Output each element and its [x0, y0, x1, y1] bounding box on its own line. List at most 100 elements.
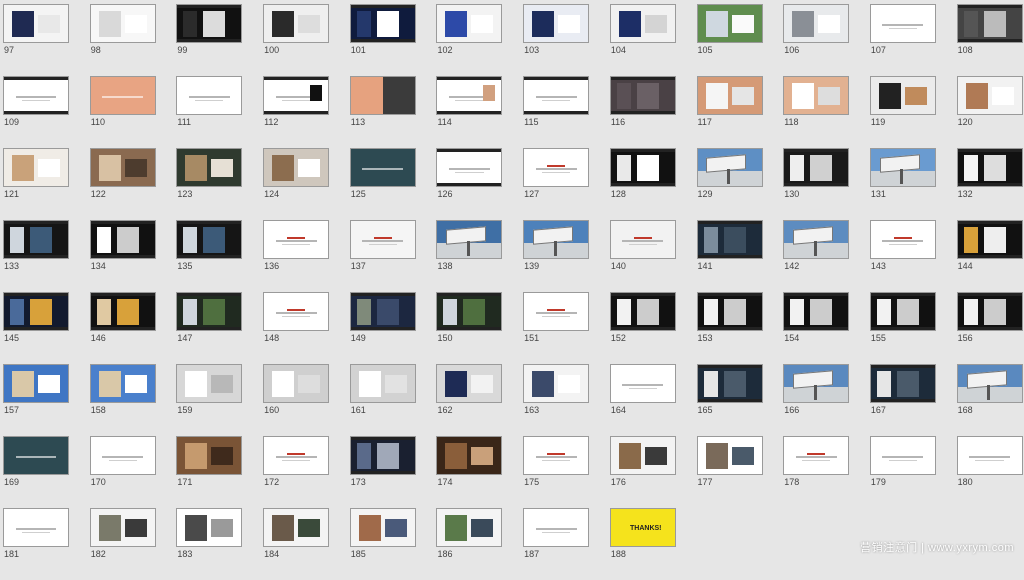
- slide-thumbnail[interactable]: THANKS! 188: [609, 508, 676, 580]
- slide-thumbnail[interactable]: 145: [3, 292, 69, 364]
- slide-thumbnail[interactable]: 146: [89, 292, 156, 364]
- slide-thumbnail[interactable]: 140: [609, 220, 676, 292]
- slide-thumbnail[interactable]: 110: [89, 76, 156, 148]
- slide-thumbnail[interactable]: 119: [869, 76, 936, 148]
- slide-thumbnail[interactable]: 117: [696, 76, 763, 148]
- slide-thumbnail[interactable]: 147: [176, 292, 243, 364]
- slide-thumbnail[interactable]: 141: [696, 220, 763, 292]
- slide-thumbnail[interactable]: 181: [3, 508, 69, 580]
- slide-thumbnail[interactable]: 103: [523, 4, 590, 76]
- slide-thumbnail[interactable]: 151: [523, 292, 590, 364]
- slide-thumbnail[interactable]: 155: [869, 292, 936, 364]
- slide-thumbnail[interactable]: 174: [436, 436, 503, 508]
- slide-preview: [956, 436, 1023, 475]
- slide-thumbnail[interactable]: 123: [176, 148, 243, 220]
- slide-preview: [436, 148, 503, 187]
- slide-preview: [263, 4, 330, 43]
- slide-thumbnail[interactable]: 99: [176, 4, 243, 76]
- slide-thumbnail[interactable]: 172: [263, 436, 330, 508]
- slide-thumbnail[interactable]: 153: [696, 292, 763, 364]
- slide-thumbnail[interactable]: 170: [89, 436, 156, 508]
- slide-thumbnail[interactable]: 185: [349, 508, 416, 580]
- slide-thumbnail[interactable]: 148: [263, 292, 330, 364]
- slide-thumbnail[interactable]: 166: [783, 364, 850, 436]
- slide-thumbnail[interactable]: 165: [696, 364, 763, 436]
- slide-thumbnail[interactable]: 183: [176, 508, 243, 580]
- slide-thumbnail[interactable]: 143: [869, 220, 936, 292]
- slide-thumbnail[interactable]: 168: [956, 364, 1023, 436]
- slide-preview: [436, 220, 503, 259]
- slide-thumbnail[interactable]: 107: [869, 4, 936, 76]
- slide-thumbnail[interactable]: 109: [3, 76, 69, 148]
- slide-thumbnail[interactable]: 128: [609, 148, 676, 220]
- slide-thumbnail[interactable]: 150: [436, 292, 503, 364]
- slide-number: 144: [957, 261, 973, 271]
- slide-thumbnail[interactable]: 176: [609, 436, 676, 508]
- slide-thumbnail[interactable]: 111: [176, 76, 243, 148]
- slide-thumbnail[interactable]: 115: [523, 76, 590, 148]
- slide-thumbnail[interactable]: 116: [609, 76, 676, 148]
- slide-thumbnail[interactable]: 108: [956, 4, 1023, 76]
- slide-thumbnail[interactable]: 120: [956, 76, 1023, 148]
- slide-thumbnail[interactable]: 164: [609, 364, 676, 436]
- slide-thumbnail[interactable]: 129: [696, 148, 763, 220]
- slide-thumbnail[interactable]: 122: [89, 148, 156, 220]
- slide-thumbnail[interactable]: 184: [263, 508, 330, 580]
- slide-thumbnail[interactable]: 124: [263, 148, 330, 220]
- slide-thumbnail[interactable]: 154: [783, 292, 850, 364]
- slide-thumbnail[interactable]: 104: [609, 4, 676, 76]
- slide-thumbnail[interactable]: 159: [176, 364, 243, 436]
- slide-thumbnail[interactable]: 102: [436, 4, 503, 76]
- slide-thumbnail[interactable]: 127: [523, 148, 590, 220]
- slide-thumbnail[interactable]: 158: [89, 364, 156, 436]
- slide-thumbnail[interactable]: 105: [696, 4, 763, 76]
- slide-thumbnail[interactable]: 163: [523, 364, 590, 436]
- slide-thumbnail[interactable]: 177: [696, 436, 763, 508]
- slide-thumbnail[interactable]: 135: [176, 220, 243, 292]
- slide-number: 188: [610, 549, 626, 559]
- slide-thumbnail[interactable]: 142: [783, 220, 850, 292]
- slide-thumbnail[interactable]: 182: [89, 508, 156, 580]
- slide-thumbnail[interactable]: 138: [436, 220, 503, 292]
- slide-thumbnail[interactable]: 160: [263, 364, 330, 436]
- slide-thumbnail[interactable]: 144: [956, 220, 1023, 292]
- slide-thumbnail[interactable]: 175: [523, 436, 590, 508]
- slide-thumbnail[interactable]: 113: [349, 76, 416, 148]
- slide-thumbnail[interactable]: 156: [956, 292, 1023, 364]
- slide-thumbnail[interactable]: 130: [783, 148, 850, 220]
- slide-thumbnail[interactable]: 136: [263, 220, 330, 292]
- slide-thumbnail[interactable]: 187: [523, 508, 590, 580]
- slide-thumbnail[interactable]: 149: [349, 292, 416, 364]
- slide-thumbnail[interactable]: 173: [349, 436, 416, 508]
- slide-thumbnail[interactable]: 133: [3, 220, 69, 292]
- slide-thumbnail[interactable]: 132: [956, 148, 1023, 220]
- slide-thumbnail[interactable]: 121: [3, 148, 69, 220]
- slide-thumbnail[interactable]: 97: [3, 4, 69, 76]
- slide-thumbnail[interactable]: 114: [436, 76, 503, 148]
- slide-preview: [176, 4, 243, 43]
- slide-thumbnail[interactable]: 178: [783, 436, 850, 508]
- slide-thumbnail[interactable]: 186: [436, 508, 503, 580]
- slide-thumbnail[interactable]: 126: [436, 148, 503, 220]
- slide-thumbnail[interactable]: 134: [89, 220, 156, 292]
- slide-thumbnail[interactable]: 161: [349, 364, 416, 436]
- slide-thumbnail[interactable]: 157: [3, 364, 69, 436]
- slide-thumbnail[interactable]: 179: [869, 436, 936, 508]
- slide-thumbnail[interactable]: 180: [956, 436, 1023, 508]
- slide-thumbnail[interactable]: 118: [783, 76, 850, 148]
- slide-thumbnail[interactable]: 169: [3, 436, 69, 508]
- slide-preview: [89, 76, 156, 115]
- slide-thumbnail[interactable]: 152: [609, 292, 676, 364]
- slide-thumbnail[interactable]: 171: [176, 436, 243, 508]
- slide-thumbnail[interactable]: 137: [349, 220, 416, 292]
- slide-thumbnail[interactable]: 100: [263, 4, 330, 76]
- slide-thumbnail[interactable]: 162: [436, 364, 503, 436]
- slide-thumbnail[interactable]: 101: [349, 4, 416, 76]
- slide-thumbnail[interactable]: 131: [869, 148, 936, 220]
- slide-thumbnail[interactable]: 106: [783, 4, 850, 76]
- slide-thumbnail[interactable]: 125: [349, 148, 416, 220]
- slide-thumbnail[interactable]: 98: [89, 4, 156, 76]
- slide-thumbnail[interactable]: 112: [263, 76, 330, 148]
- slide-thumbnail[interactable]: 139: [523, 220, 590, 292]
- slide-thumbnail[interactable]: 167: [869, 364, 936, 436]
